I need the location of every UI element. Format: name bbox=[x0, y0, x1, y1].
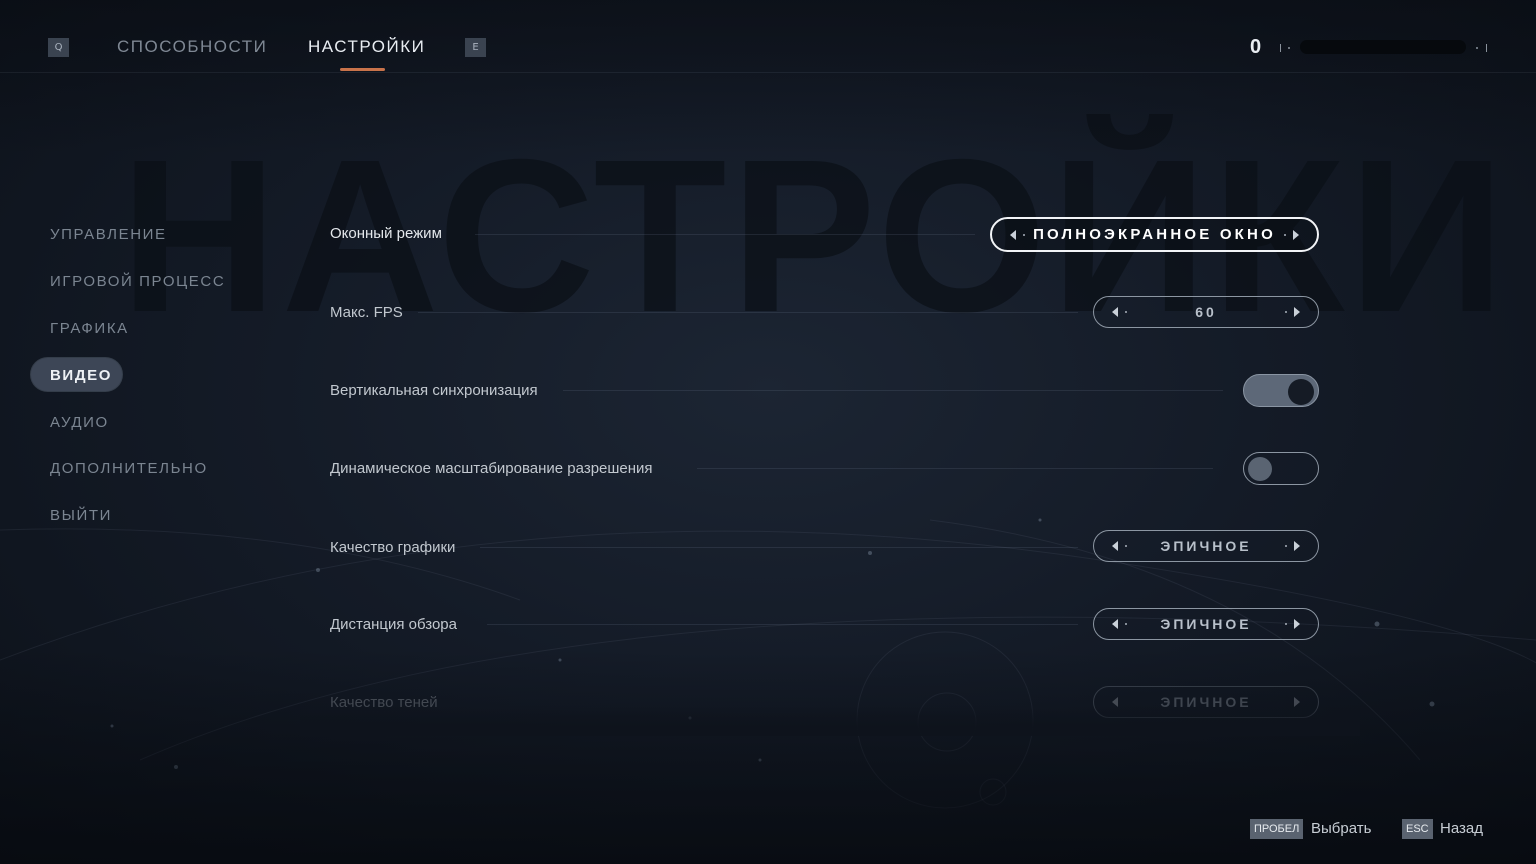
view-distance-label: Дистанция обзора bbox=[330, 616, 457, 633]
row-divider bbox=[475, 234, 975, 235]
row-divider bbox=[563, 390, 1223, 391]
graphics-quality-label: Качество графики bbox=[330, 539, 456, 556]
sidebar-item-video[interactable]: ВИДЕО bbox=[50, 367, 112, 384]
window-mode-label: Оконный режим bbox=[330, 225, 442, 242]
arrow-right-icon[interactable] bbox=[1293, 229, 1299, 240]
row-divider bbox=[418, 312, 1078, 313]
toggle-knob bbox=[1288, 379, 1314, 405]
row-divider bbox=[697, 468, 1213, 469]
window-mode-selector[interactable]: ПОЛНОЭКРАННОЕ ОКНО bbox=[990, 217, 1319, 252]
active-tab-indicator bbox=[340, 68, 385, 71]
list-fade-mask bbox=[300, 706, 1360, 736]
arrow-right-icon[interactable] bbox=[1294, 307, 1300, 317]
row-divider bbox=[487, 624, 1078, 625]
experience-bar-track bbox=[1300, 40, 1466, 54]
window-mode-value: ПОЛНОЭКРАННОЕ ОКНО bbox=[1033, 226, 1276, 243]
skill-point-counter: 0 bbox=[1250, 36, 1262, 58]
dynamic-resolution-label: Динамическое масштабирование разрешения bbox=[330, 460, 653, 477]
dynamic-resolution-toggle[interactable] bbox=[1243, 452, 1319, 485]
sidebar-item-gameplay[interactable]: ИГРОВОЙ ПРОЦЕСС bbox=[50, 273, 225, 290]
arrow-right-icon[interactable] bbox=[1294, 541, 1300, 551]
space-key-hint[interactable]: ПРОБЕЛ bbox=[1250, 819, 1304, 839]
top-navigation-bar: Q СПОСОБНОСТИ НАСТРОЙКИ E 0 bbox=[0, 0, 1536, 73]
select-hint-label[interactable]: Выбрать bbox=[1311, 820, 1371, 837]
tab-abilities[interactable]: СПОСОБНОСТИ bbox=[117, 37, 267, 57]
view-distance-selector[interactable]: ЭПИЧНОЕ bbox=[1093, 608, 1319, 640]
max-fps-label: Макс. FPS bbox=[330, 304, 403, 321]
sidebar-item-advanced[interactable]: ДОПОЛНИТЕЛЬНО bbox=[50, 460, 208, 477]
toggle-knob bbox=[1248, 456, 1272, 481]
graphics-quality-selector[interactable]: ЭПИЧНОЕ bbox=[1093, 530, 1319, 562]
arrow-right-icon[interactable] bbox=[1294, 619, 1300, 629]
vsync-label: Вертикальная синхронизация bbox=[330, 382, 538, 399]
sidebar-item-graphics[interactable]: ГРАФИКА bbox=[50, 320, 129, 337]
back-hint-label[interactable]: Назад bbox=[1440, 820, 1483, 837]
q-key-hint[interactable]: Q bbox=[48, 38, 69, 57]
max-fps-selector[interactable]: 60 bbox=[1093, 296, 1319, 328]
sidebar-item-controls[interactable]: УПРАВЛЕНИЕ bbox=[50, 226, 167, 243]
sidebar-item-quit[interactable]: ВЫЙТИ bbox=[50, 507, 112, 524]
esc-key-hint[interactable]: ESC bbox=[1402, 819, 1433, 839]
sidebar-item-audio[interactable]: АУДИО bbox=[50, 414, 109, 431]
e-key-hint[interactable]: E bbox=[465, 38, 486, 57]
row-divider bbox=[480, 547, 1078, 548]
tab-settings[interactable]: НАСТРОЙКИ bbox=[308, 37, 425, 57]
experience-bar bbox=[1278, 40, 1490, 54]
settings-screen: НАСТРОЙКИ Q СПОСОБНОСТИ НАСТРОЙКИ E 0 УП… bbox=[0, 0, 1536, 864]
vsync-toggle[interactable] bbox=[1243, 374, 1319, 407]
